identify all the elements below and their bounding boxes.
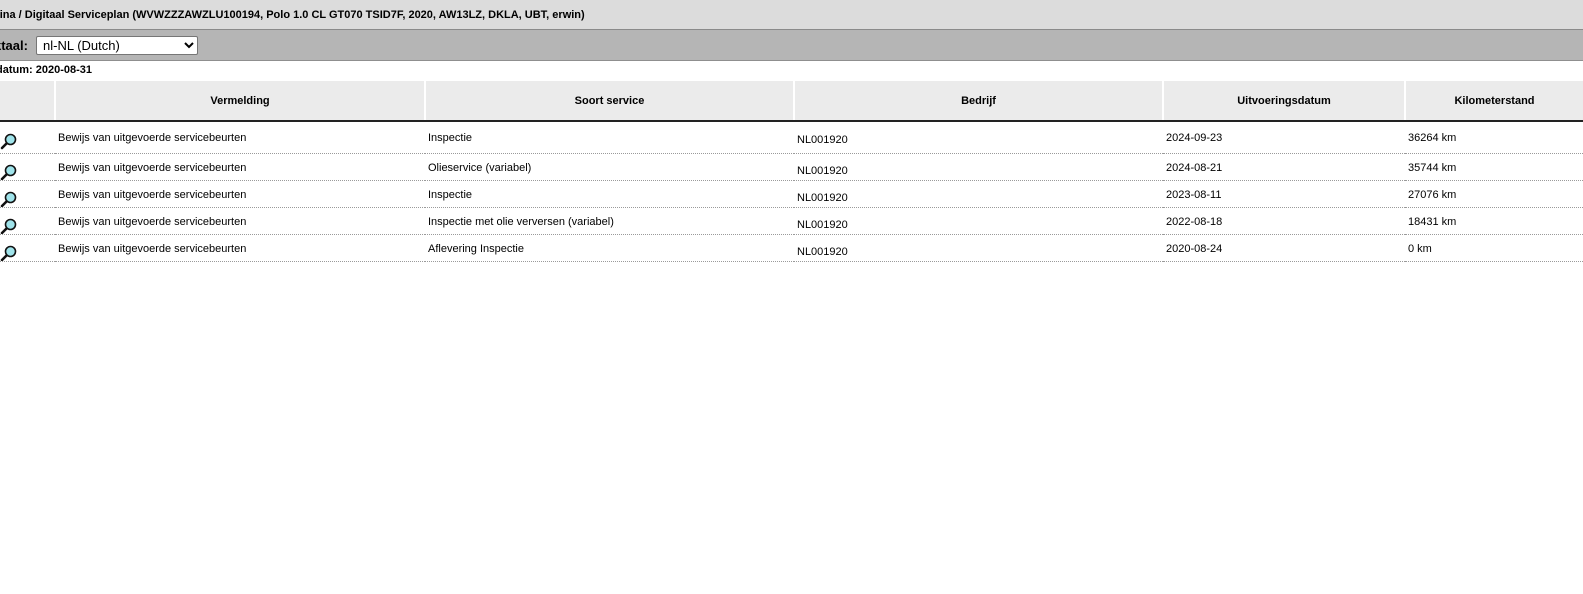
cell-uitvoeringsdatum: 2024-09-23	[1163, 121, 1405, 154]
column-header-kilometerstand[interactable]: Kilometerstand	[1404, 81, 1583, 122]
column-header-bedrijf[interactable]: Bedrijf	[793, 81, 1163, 122]
cell-soort-service: Olieservice (variabel)	[425, 153, 794, 181]
cell-soort-service: Inspectie	[425, 121, 794, 154]
cell-kilometerstand: 35744 km	[1405, 153, 1583, 181]
cell-vermelding: Bewijs van uitgevoerde servicebeurten	[55, 207, 425, 235]
cell-kilometerstand: 18431 km	[1405, 207, 1583, 235]
cell-vermelding: Bewijs van uitgevoerde servicebeurten	[55, 121, 425, 154]
row-icon-cell	[0, 121, 55, 154]
magnifier-icon[interactable]	[0, 190, 17, 208]
magnifier-icon[interactable]	[0, 132, 17, 150]
row-icon-cell	[0, 234, 55, 262]
table-row: Bewijs van uitgevoerde servicebeurten Ins…	[0, 180, 1583, 208]
cell-kilometerstand: 27076 km	[1405, 180, 1583, 208]
cell-uitvoeringsdatum: 2024-08-21	[1163, 153, 1405, 181]
magnifier-icon[interactable]	[0, 244, 17, 262]
date-line: datum: 2020-08-31	[0, 64, 92, 76]
row-icon-cell	[0, 153, 55, 181]
table-row: Bewijs van uitgevoerde servicebeurten Afl…	[0, 234, 1583, 262]
magnifier-icon[interactable]	[0, 217, 17, 235]
row-icon-cell	[0, 207, 55, 235]
cell-uitvoeringsdatum: 2020-08-24	[1163, 234, 1405, 262]
table-row: Bewijs van uitgevoerde servicebeurten Ins…	[0, 207, 1583, 235]
column-header-uitvoeringsdatum[interactable]: Uitvoeringsdatum	[1162, 81, 1405, 122]
column-header-soort-service[interactable]: Soort service	[424, 81, 794, 122]
cell-bedrijf: NL001920	[794, 153, 1163, 181]
cell-uitvoeringsdatum: 2022-08-18	[1163, 207, 1405, 235]
cell-vermelding: Bewijs van uitgevoerde servicebeurten	[55, 234, 425, 262]
table-header-row: Vermelding Soort service Bedrijf Uitvoer…	[0, 81, 1583, 122]
cell-bedrijf: NL001920	[794, 234, 1163, 262]
service-plan-page: gina / Digitaal Serviceplan (WVWZZZAWZLU…	[0, 0, 1583, 594]
breadcrumb-bar: gina / Digitaal Serviceplan (WVWZZZAWZLU…	[0, 0, 1583, 30]
column-header-vermelding[interactable]: Vermelding	[54, 81, 425, 122]
cell-vermelding: Bewijs van uitgevoerde servicebeurten	[55, 180, 425, 208]
cell-vermelding: Bewijs van uitgevoerde servicebeurten	[55, 153, 425, 181]
breadcrumb: gina / Digitaal Serviceplan (WVWZZZAWZLU…	[0, 9, 585, 21]
cell-soort-service: Inspectie	[425, 180, 794, 208]
cell-bedrijf: NL001920	[794, 121, 1163, 154]
cell-bedrijf: NL001920	[794, 180, 1163, 208]
language-label: ktaal:	[0, 38, 28, 53]
cell-bedrijf: NL001920	[794, 207, 1163, 235]
cell-kilometerstand: 36264 km	[1405, 121, 1583, 154]
cell-uitvoeringsdatum: 2023-08-11	[1163, 180, 1405, 208]
service-table: Vermelding Soort service Bedrijf Uitvoer…	[0, 81, 1583, 262]
language-select[interactable]: nl-NL (Dutch)	[36, 36, 198, 55]
magnifier-icon[interactable]	[0, 163, 17, 181]
language-bar: ktaal: nl-NL (Dutch)	[0, 30, 1583, 61]
table-row: Bewijs van uitgevoerde servicebeurten Oli…	[0, 153, 1583, 181]
column-header-icon	[0, 81, 55, 122]
row-icon-cell	[0, 180, 55, 208]
cell-soort-service: Inspectie met olie verversen (variabel)	[425, 207, 794, 235]
table-row: Bewijs van uitgevoerde servicebeurten Ins…	[0, 121, 1583, 154]
cell-soort-service: Aflevering Inspectie	[425, 234, 794, 262]
cell-kilometerstand: 0 km	[1405, 234, 1583, 262]
